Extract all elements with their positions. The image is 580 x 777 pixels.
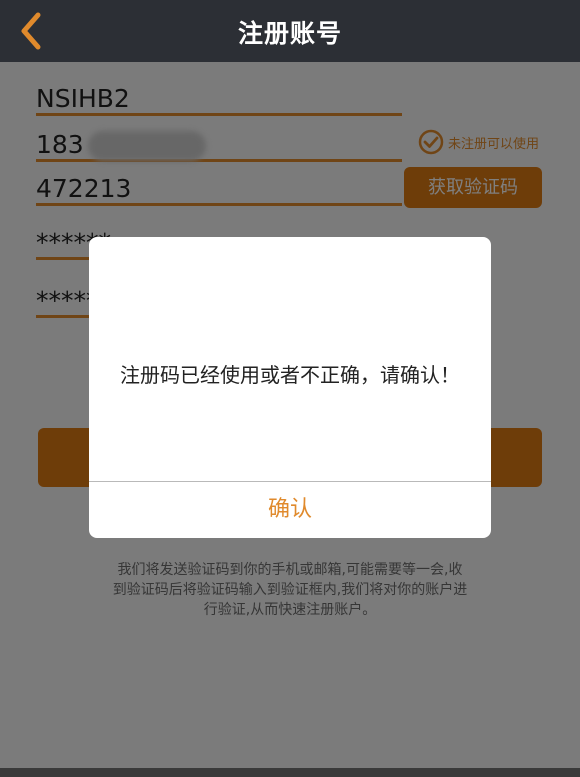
dialog-message: 注册码已经使用或者不正确，请确认！ [120, 363, 460, 387]
page-title: 注册账号 [237, 19, 342, 48]
register-screen: 注册账号 NSIHB2 183 未注册可以使用 472213 获取验证码 ***… [0, 0, 580, 777]
alert-dialog: 注册码已经使用或者不正确，请确认！ 确认 [89, 237, 491, 538]
header-bar: 注册账号 [0, 0, 580, 62]
dialog-confirm-button[interactable]: 确认 [89, 482, 491, 538]
device-bottom-edge [0, 768, 580, 777]
